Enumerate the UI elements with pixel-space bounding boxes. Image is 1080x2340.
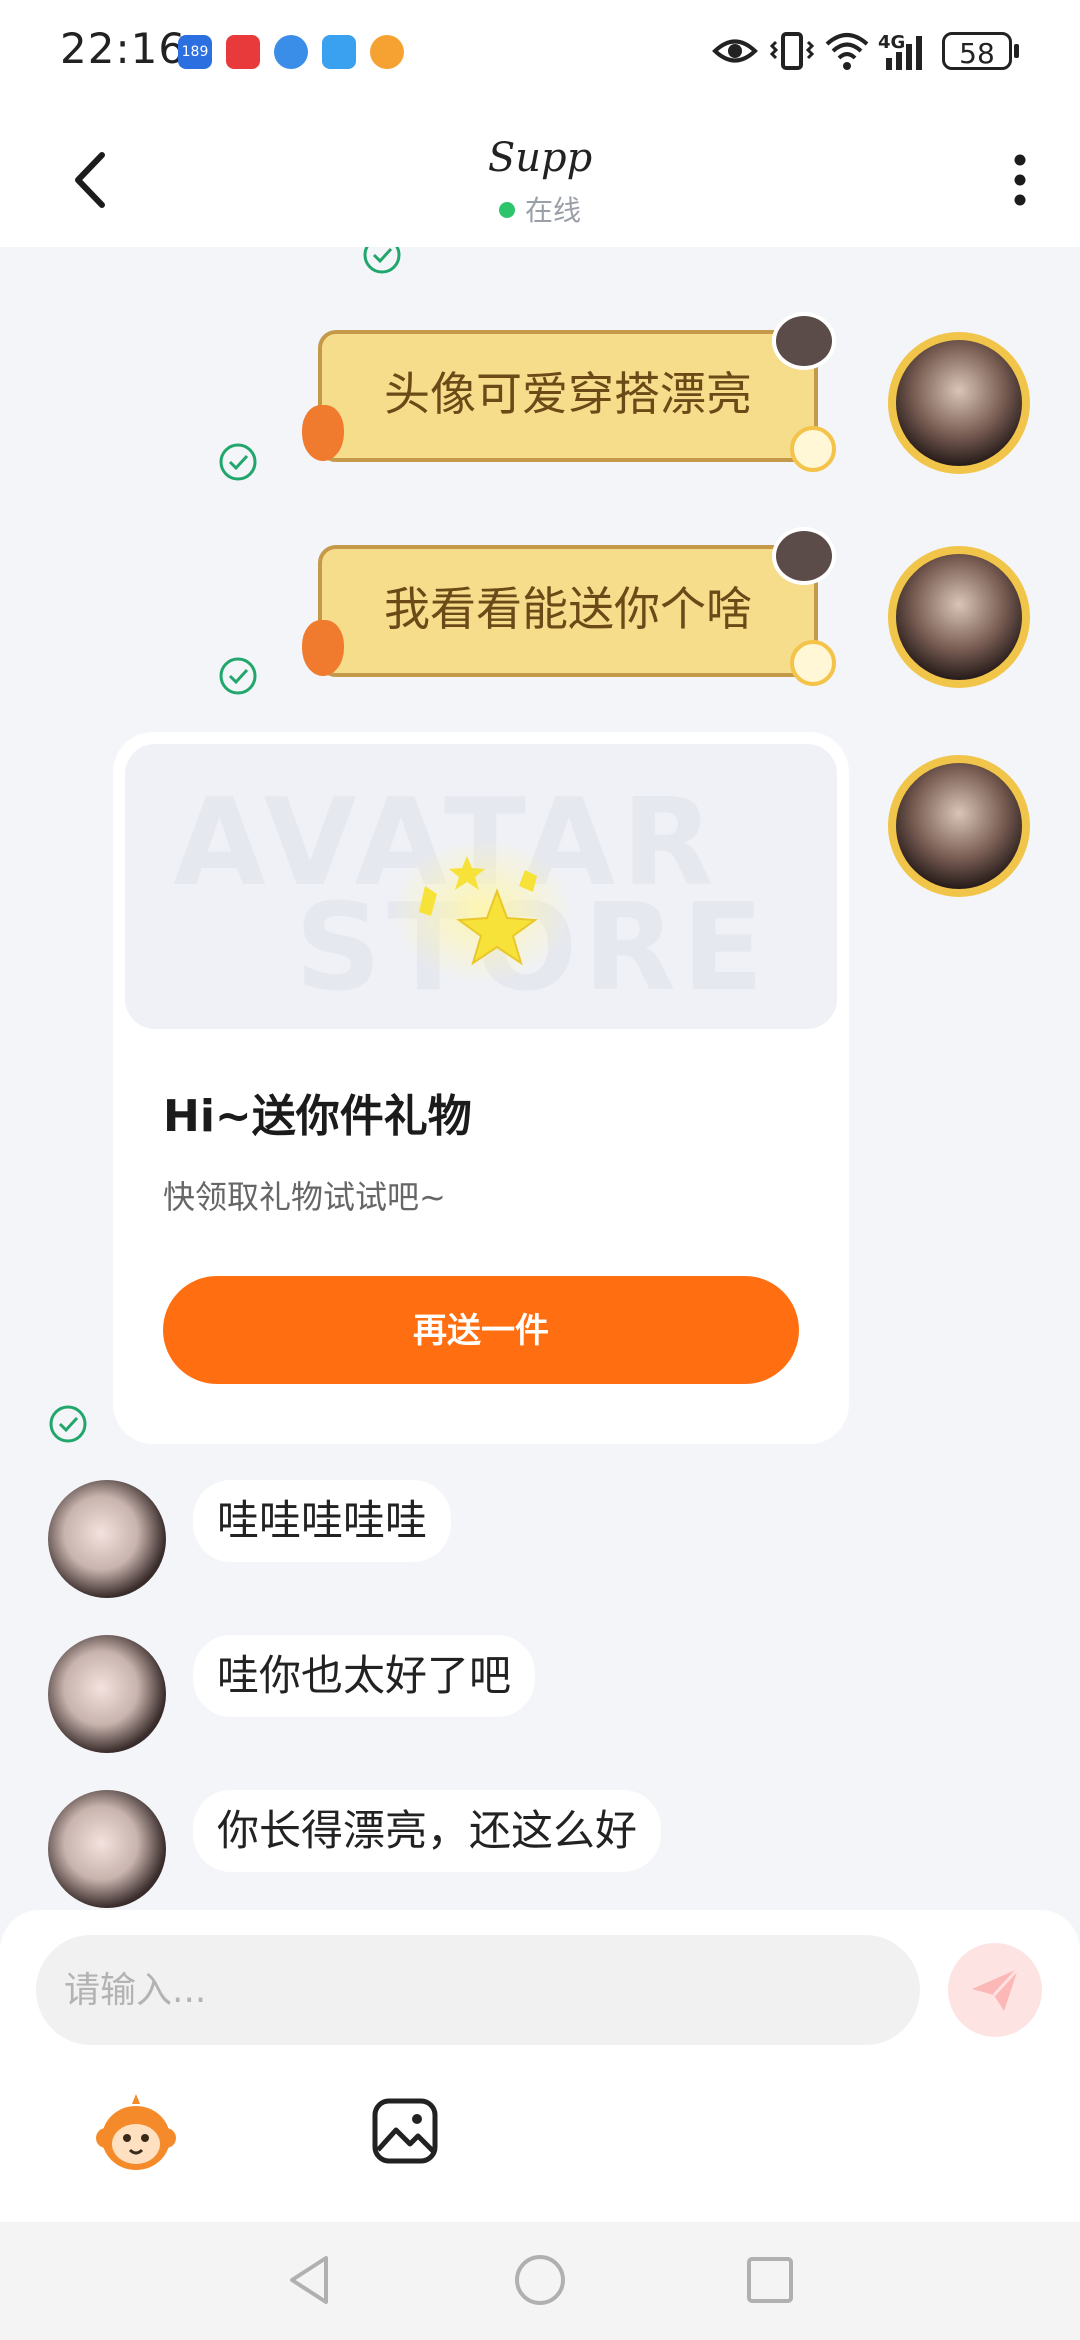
contact-name: Supp: [487, 135, 593, 181]
gift-title: Hi~送你件礼物: [163, 1091, 472, 1142]
sent-message-bubble[interactable]: 头像可爱穿搭漂亮: [318, 330, 818, 462]
battery-tip: [1014, 44, 1019, 58]
read-check-icon: [219, 657, 257, 695]
cat-sticker-icon: [772, 312, 836, 370]
wifi-icon: [825, 33, 869, 70]
chat-header: Supp 在线: [0, 105, 1080, 247]
stars-gift-icon: [392, 839, 572, 983]
carrot-sticker-icon: [302, 620, 344, 676]
notification-weather-icon: [322, 35, 356, 69]
sticker-button[interactable]: [92, 2088, 180, 2176]
vibrate-icon: [770, 32, 814, 70]
contact-avatar[interactable]: [48, 1635, 166, 1753]
received-message-bubble[interactable]: 你长得漂亮，还这么好: [193, 1790, 662, 1872]
image-picker-button[interactable]: [370, 2096, 440, 2166]
notification-orange-app-icon: [370, 35, 404, 69]
read-check-icon: [219, 443, 257, 481]
system-nav-bar: [0, 2222, 1080, 2340]
gift-subtitle: 快领取礼物试试吧~: [163, 1178, 446, 1216]
cat-sticker-icon: [772, 527, 836, 585]
nav-home-icon[interactable]: [512, 2252, 568, 2308]
carrot-sticker-icon: [302, 405, 344, 461]
my-avatar[interactable]: [888, 546, 1030, 688]
notification-189-icon: 189: [178, 35, 212, 69]
egg-sticker-icon: [790, 640, 836, 686]
online-status: 在线: [0, 189, 1080, 229]
status-bar: 22:16 189 4G 58: [0, 0, 1080, 105]
send-another-gift-button[interactable]: 再送一件: [163, 1276, 799, 1384]
nav-recents-icon[interactable]: [742, 2252, 798, 2308]
egg-sticker-icon: [790, 426, 836, 472]
signal-icon: [886, 36, 922, 70]
send-button[interactable]: [948, 1943, 1042, 2037]
message-input[interactable]: [36, 1935, 920, 2045]
read-check-icon: [49, 1405, 87, 1443]
nav-back-icon[interactable]: [282, 2252, 338, 2308]
gift-card[interactable]: AVATAR STORE Hi~送你件礼物 快领取礼物试试吧~ 再送一件: [113, 732, 849, 1444]
battery-indicator: 58: [942, 32, 1012, 70]
read-check-icon: [363, 247, 401, 274]
gift-banner: AVATAR STORE: [125, 744, 837, 1029]
online-dot-icon: [498, 202, 515, 218]
received-message-bubble[interactable]: 哇你也太好了吧: [193, 1635, 536, 1717]
notification-browser-icon: [274, 35, 308, 69]
my-avatar[interactable]: [888, 332, 1030, 474]
eye-icon: [712, 39, 758, 63]
contact-avatar[interactable]: [48, 1480, 166, 1598]
input-panel: [0, 1910, 1080, 2222]
sent-message-bubble[interactable]: 我看看能送你个啥: [318, 545, 818, 677]
more-options-button[interactable]: [1000, 150, 1040, 210]
my-avatar[interactable]: [888, 755, 1030, 897]
received-message-bubble[interactable]: 哇哇哇哇哇: [193, 1480, 452, 1562]
status-time: 22:16: [60, 24, 187, 73]
contact-avatar[interactable]: [48, 1790, 166, 1908]
paper-plane-icon: [972, 1967, 1020, 2011]
notification-red-app-icon: [226, 35, 260, 69]
